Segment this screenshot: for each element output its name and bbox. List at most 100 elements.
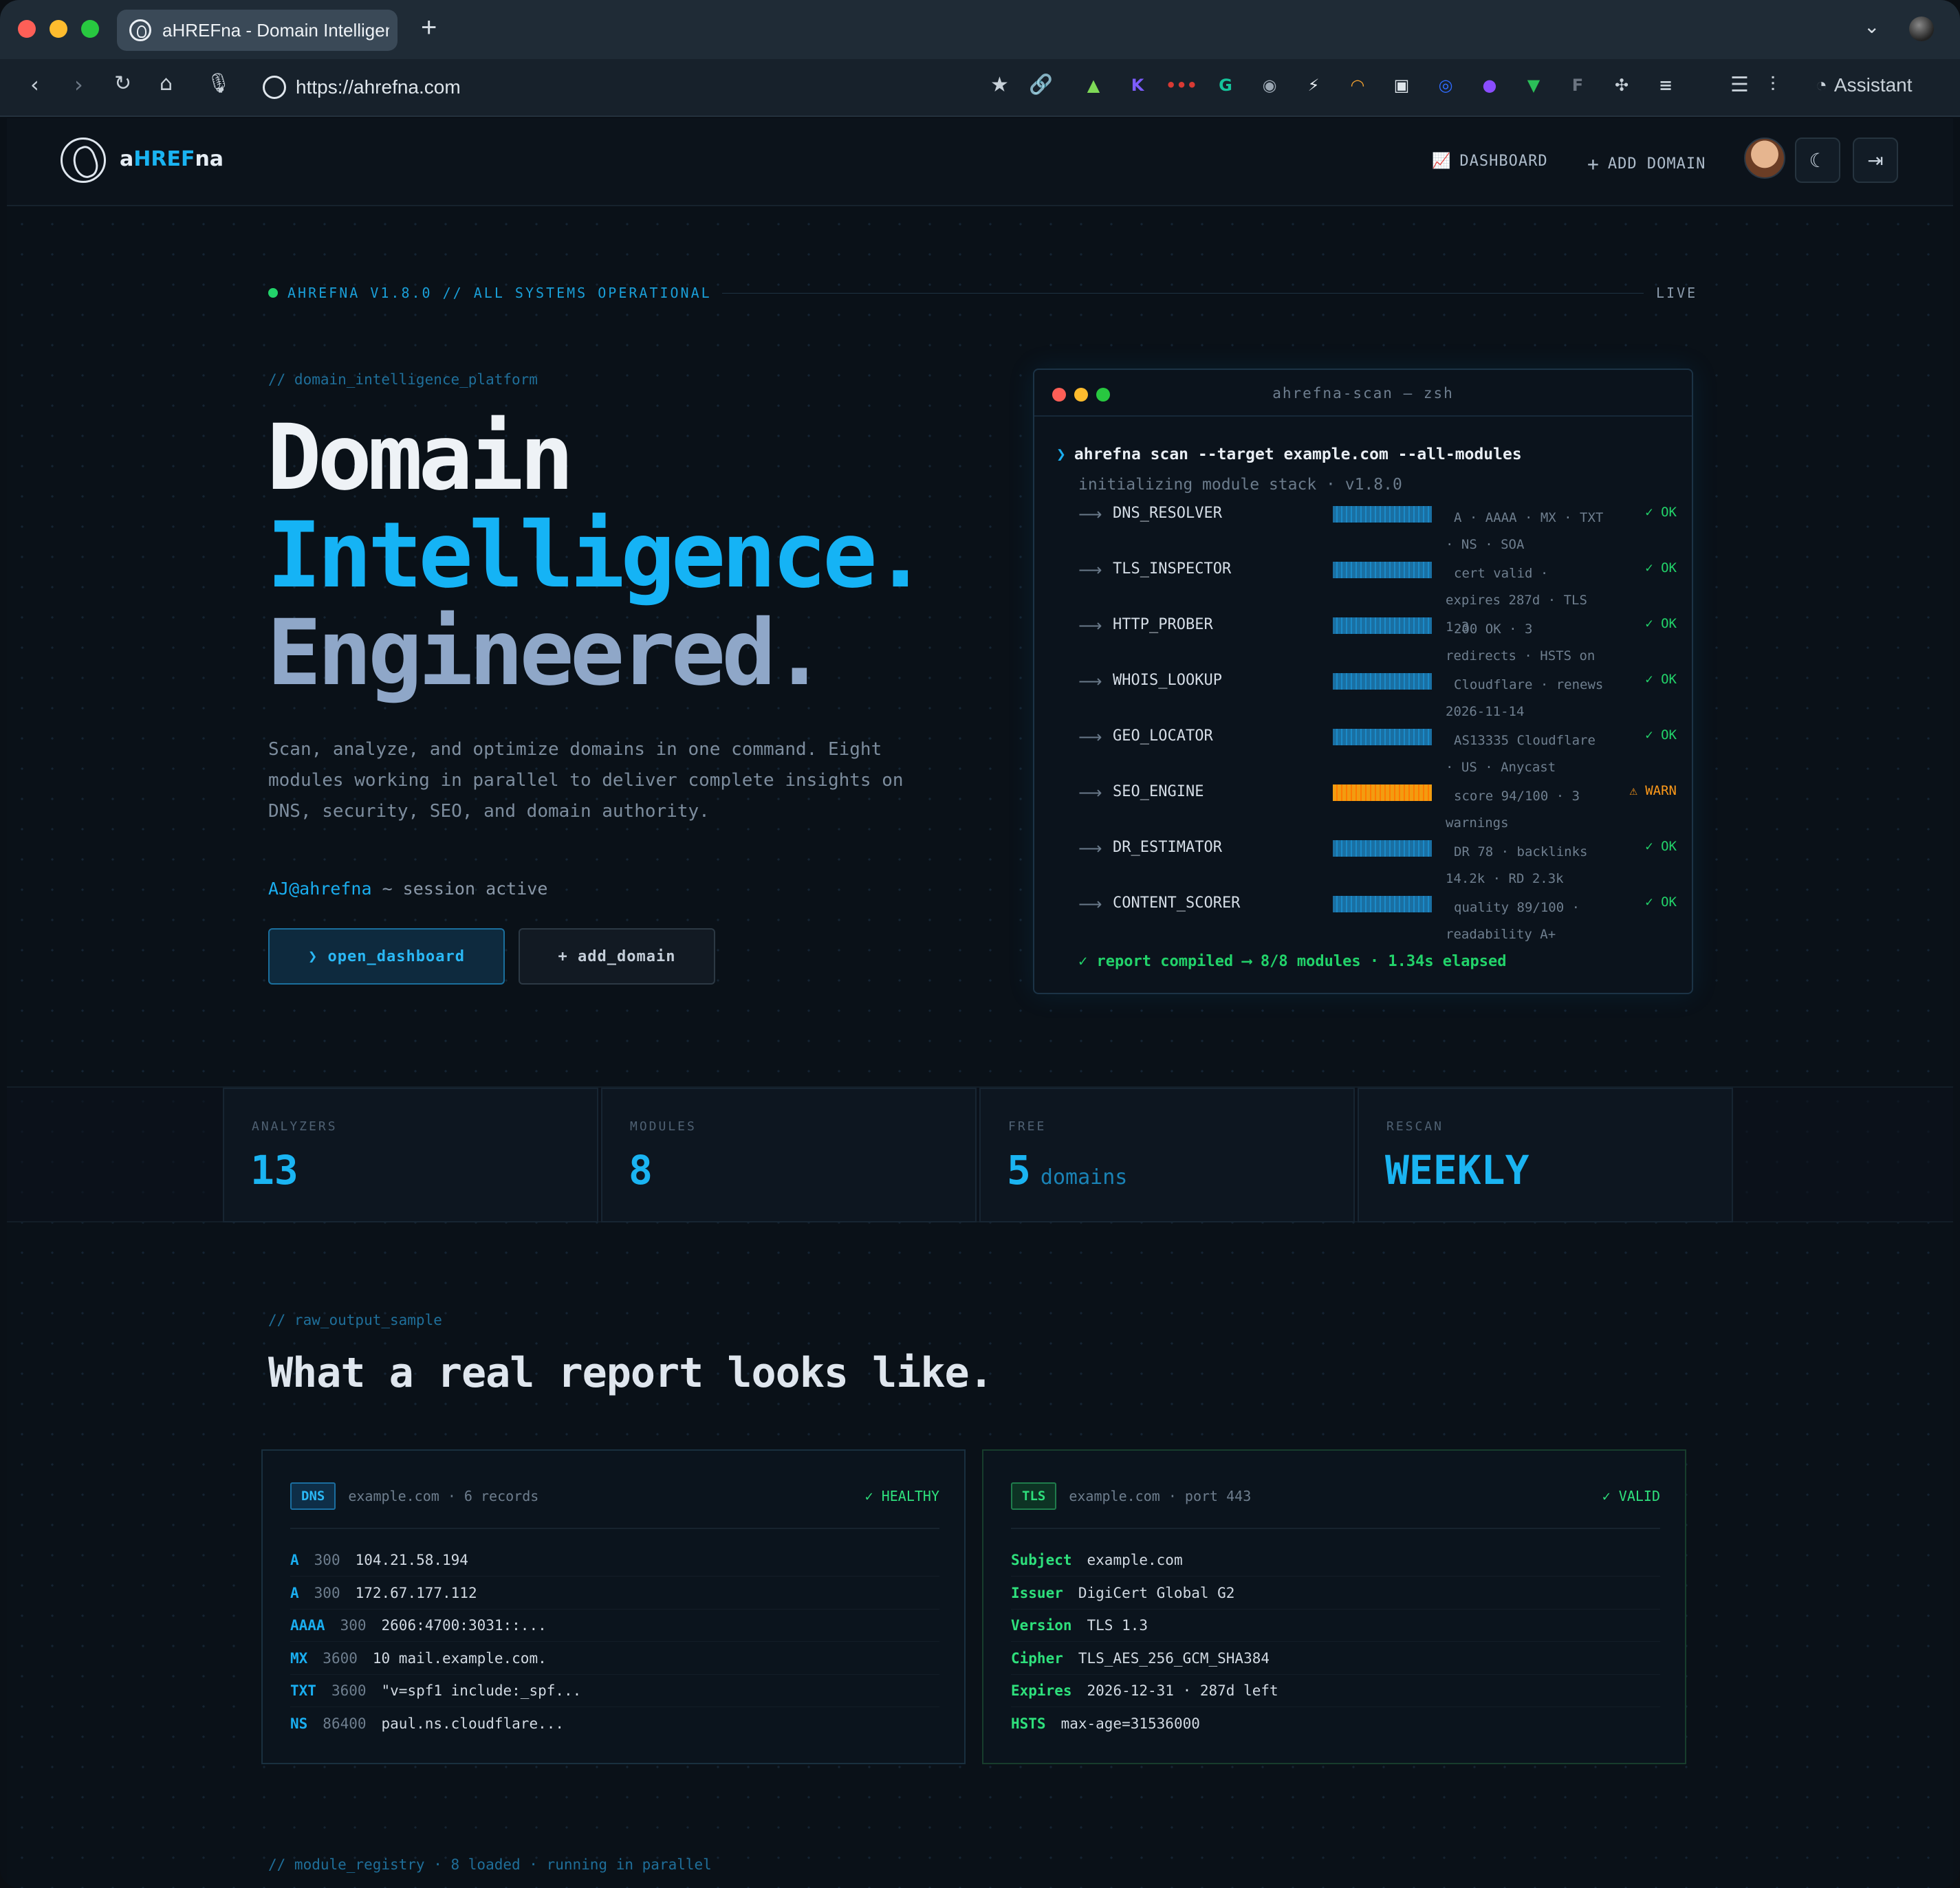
status-divider xyxy=(722,293,1644,294)
box-icon[interactable]: ▣ xyxy=(1389,73,1414,98)
microphone-icon[interactable]: 🎙 xyxy=(206,72,231,94)
record-value: 2606:4700:3031::... xyxy=(381,1617,547,1634)
close-window-button[interactable] xyxy=(18,20,36,38)
grammarly-icon[interactable]: G xyxy=(1213,73,1238,98)
ai-circle-icon[interactable]: ◎ xyxy=(1433,73,1458,98)
assistant-label: Assistant xyxy=(1833,74,1913,96)
dns-record-row: MX 3600 10 mail.example.com. xyxy=(290,1643,939,1675)
arrow-right-icon: ⟶ xyxy=(1078,505,1102,524)
raven-logo-icon[interactable] xyxy=(61,138,106,183)
module-status: ✓ OK xyxy=(1645,560,1677,575)
module-progress-bar xyxy=(1333,562,1432,578)
module-progress-bar xyxy=(1333,896,1432,912)
audio-wave-icon[interactable]: ⫶ xyxy=(1770,73,1776,97)
module-row: ⟶ GEO_LOCATOR AS13335 Cloudflare · US · An… xyxy=(1078,727,1677,784)
site-logo-text[interactable]: aHREFna xyxy=(120,147,224,171)
logo-suffix: na xyxy=(195,147,224,171)
reload-icon[interactable]: ↻ xyxy=(114,72,131,96)
playlist-icon[interactable]: ≡ xyxy=(1653,73,1678,98)
dns-card-divider xyxy=(290,1528,939,1529)
dns-meta: example.com · 6 records xyxy=(348,1488,539,1504)
k-extension-icon[interactable]: K xyxy=(1125,73,1150,98)
module-status: ⚠ WARN xyxy=(1629,783,1677,798)
module-row: ⟶ TLS_INSPECTOR cert valid · expires 287d … xyxy=(1078,560,1677,635)
tls-status-badge: ✓ VALID xyxy=(1602,1488,1660,1504)
assistant-button[interactable]: ◔ Assistant xyxy=(1816,74,1913,96)
maximize-window-button[interactable] xyxy=(81,20,99,38)
arrow-right-icon: ⟶ xyxy=(1078,894,1102,914)
live-indicator: LIVE xyxy=(1656,285,1698,301)
address-bar[interactable]: https://ahrefna.com xyxy=(263,70,461,105)
add-domain-button[interactable]: + add_domain xyxy=(519,928,715,985)
copy-link-icon[interactable]: 🔗 xyxy=(1029,73,1053,96)
arrow-right-icon: ⟶ xyxy=(1078,839,1102,858)
session-text: ~ session active xyxy=(371,879,548,899)
prompt-chevron-icon: ❯ xyxy=(1056,446,1066,463)
module-progress-bar xyxy=(1333,729,1432,745)
module-status: ✓ OK xyxy=(1645,727,1677,743)
system-status: AHREFNA V1.8.0 // ALL SYSTEMS OPERATIONA… xyxy=(268,285,712,301)
tls-field-row: Version TLS 1.3 xyxy=(1011,1610,1660,1642)
bookmark-star-icon[interactable]: ★ xyxy=(990,73,1009,97)
rainbow-icon[interactable]: ◠ xyxy=(1345,73,1370,98)
module-detail: score 94/100 · 3 warnings xyxy=(1446,789,1580,831)
site-header: aHREFna 📈 DASHBOARD + ADD DOMAIN ☾ ⇥ xyxy=(7,118,1953,206)
session-status: AJ@ahrefna ~ session active xyxy=(268,879,547,899)
home-icon[interactable]: ⌂ xyxy=(160,72,173,96)
new-tab-button[interactable]: + xyxy=(421,12,437,43)
hero-title-line-2: Intelligence. xyxy=(267,503,928,608)
stat-card: MODULES 8 xyxy=(601,1088,977,1222)
stat-value: 5 domains xyxy=(1007,1147,1127,1194)
back-arrow-icon[interactable]: ‹ xyxy=(30,72,39,98)
stat-number: 13 xyxy=(250,1147,298,1194)
terminal-command-text: ahrefna scan --target example.com --all-… xyxy=(1074,446,1522,463)
plus-icon: + xyxy=(1587,153,1600,175)
browser-toolbar: ‹ › ↻ ⌂ 🎙 https://ahrefna.com ★ 🔗 ▲ K ••• G… xyxy=(0,59,1960,117)
dns-status-badge: ✓ HEALTHY xyxy=(864,1488,939,1504)
url-text[interactable]: https://ahrefna.com xyxy=(296,76,461,98)
browser-profile-icon[interactable] xyxy=(1909,17,1934,41)
puzzle-icon[interactable]: ✣ xyxy=(1609,73,1634,98)
sidebar-menu-icon[interactable]: ☰ xyxy=(1730,73,1749,97)
camera-icon[interactable]: ◉ xyxy=(1257,73,1282,98)
tab-list-chevron-icon[interactable]: ⌄ xyxy=(1864,15,1880,38)
tls-field-key: Expires xyxy=(1011,1682,1072,1699)
record-type: A xyxy=(290,1584,299,1601)
tls-meta: example.com · port 443 xyxy=(1069,1488,1252,1504)
stat-value: 13 xyxy=(250,1147,298,1194)
forward-arrow-icon[interactable]: › xyxy=(74,72,83,98)
report-kicker: // raw_output_sample xyxy=(268,1312,442,1328)
record-type: AAAA xyxy=(290,1617,325,1634)
tls-field-value: max-age=31536000 xyxy=(1060,1715,1200,1732)
logout-icon: ⇥ xyxy=(1867,149,1884,172)
open-dashboard-button[interactable]: ❯ open_dashboard xyxy=(268,928,505,985)
module-row: ⟶ DR_ESTIMATOR DR 78 · backlinks 14.2k · R… xyxy=(1078,839,1677,895)
nav-add-domain-link[interactable]: + ADD DOMAIN xyxy=(1587,153,1706,175)
hero-title-line-1: Domain xyxy=(267,405,574,511)
module-detail: AS13335 Cloudflare · US · Anycast xyxy=(1446,733,1596,775)
module-detail: DR 78 · backlinks 14.2k · RD 2.3k xyxy=(1446,844,1588,886)
module-row: ⟶ HTTP_PROBER 200 OK · 3 redirects · HSTS … xyxy=(1078,616,1677,672)
stat-unit: domains xyxy=(1040,1165,1128,1189)
dns-record-row: TXT 3600 "v=spf1 include:_spf... xyxy=(290,1675,939,1707)
module-progress-bar xyxy=(1333,673,1432,690)
dns-report-card: DNS example.com · 6 records ✓ HEALTHY A3… xyxy=(261,1449,966,1764)
logo-accent: HREF xyxy=(133,147,195,171)
module-row: ⟶ CONTENT_SCORER quality 89/100 · readabil… xyxy=(1078,894,1677,951)
record-value: "v=spf1 include:_spf... xyxy=(381,1682,582,1699)
record-icon[interactable]: ● xyxy=(1477,73,1502,98)
minimize-window-button[interactable] xyxy=(50,20,67,38)
browser-tab[interactable]: aHREFna - Domain Intelligence xyxy=(117,10,398,51)
bolt-icon[interactable]: ⚡ xyxy=(1301,73,1326,98)
nav-dashboard-link[interactable]: 📈 DASHBOARD xyxy=(1432,153,1548,170)
rocket-icon[interactable]: ▲ xyxy=(1081,73,1106,98)
f-extension-icon[interactable]: F xyxy=(1565,73,1590,98)
theme-toggle-button[interactable]: ☾ xyxy=(1795,138,1840,183)
download-icon[interactable]: ▼ xyxy=(1521,73,1546,98)
logout-button[interactable]: ⇥ xyxy=(1853,138,1898,183)
terminal-header: ahrefna-scan — zsh xyxy=(1034,370,1692,417)
user-avatar[interactable] xyxy=(1744,138,1785,179)
arrow-right-icon: ⟶ xyxy=(1078,783,1102,802)
password-manager-icon[interactable]: ••• xyxy=(1166,73,1197,98)
record-ttl: 300 xyxy=(340,1617,367,1634)
